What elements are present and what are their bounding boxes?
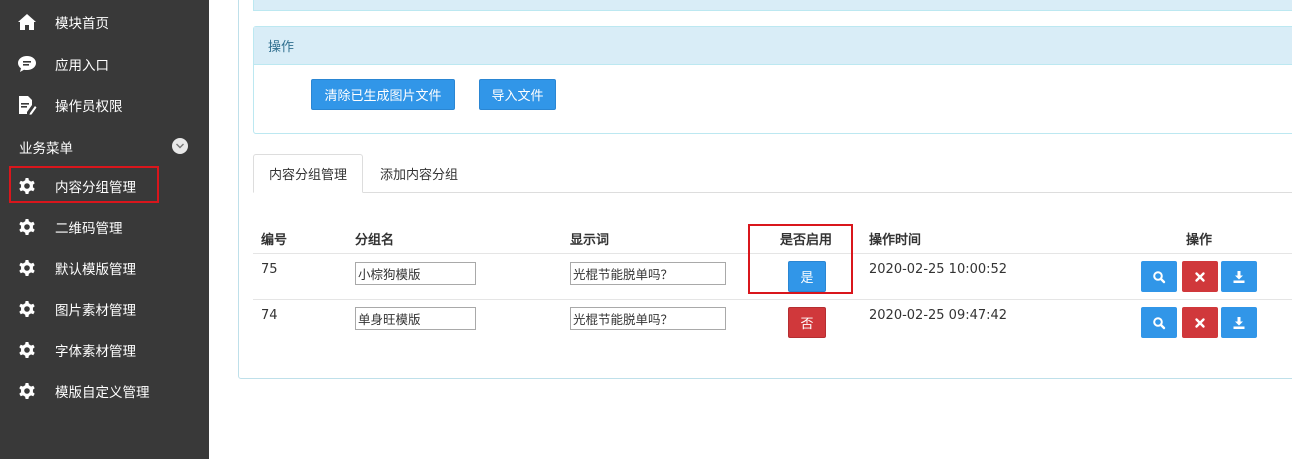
- search-icon: [1153, 316, 1166, 329]
- sidebar-item-custom-template[interactable]: 模版自定义管理: [0, 370, 209, 411]
- gear-icon: [17, 299, 37, 319]
- sidebar-item-label: 图片素材管理: [55, 302, 136, 319]
- comment-icon: [17, 54, 37, 74]
- cell-id: 75: [261, 262, 278, 277]
- view-button[interactable]: [1141, 261, 1177, 292]
- column-header-actions: 操作: [1186, 233, 1213, 248]
- sidebar-group-label: 业务菜单: [19, 141, 73, 157]
- delete-button[interactable]: [1182, 307, 1218, 338]
- cell-time: 2020-02-25 10:00:52: [869, 262, 1008, 277]
- sidebar-item-app-entry[interactable]: 应用入口: [0, 43, 209, 84]
- sidebar-item-label: 模块首页: [55, 15, 109, 32]
- tab-content-group-manage[interactable]: 内容分组管理: [253, 154, 363, 193]
- tab-add-content-group[interactable]: 添加内容分组: [369, 154, 469, 193]
- top-panel-strip: [253, 0, 1292, 11]
- download-icon: [1233, 270, 1245, 283]
- sidebar-item-label: 二维码管理: [55, 220, 123, 237]
- sidebar-item-label: 模版自定义管理: [55, 384, 150, 401]
- close-icon: [1195, 317, 1205, 328]
- cell-time: 2020-02-25 09:47:42: [869, 308, 1008, 323]
- cell-id: 74: [261, 308, 278, 323]
- download-button[interactable]: [1221, 307, 1257, 338]
- table-row-divider: [253, 299, 1292, 300]
- edit-document-icon: [17, 95, 37, 115]
- sidebar-item-label: 字体素材管理: [55, 343, 136, 360]
- gear-icon: [17, 340, 37, 360]
- display-word-input[interactable]: [570, 262, 726, 285]
- sidebar-item-label: 默认模版管理: [55, 261, 136, 278]
- group-name-input[interactable]: [355, 262, 476, 285]
- sidebar-item-font-assets[interactable]: 字体素材管理: [0, 329, 209, 370]
- sidebar-item-image-assets[interactable]: 图片素材管理: [0, 288, 209, 329]
- display-word-input[interactable]: [570, 307, 726, 330]
- chevron-down-icon[interactable]: [172, 138, 188, 154]
- sidebar-item-operator-permissions[interactable]: 操作员权限: [0, 84, 209, 125]
- download-icon: [1233, 316, 1245, 329]
- column-header-display-word: 显示词: [570, 233, 610, 248]
- sidebar-item-home[interactable]: 模块首页: [0, 1, 209, 42]
- enabled-toggle-button[interactable]: 否: [788, 307, 826, 338]
- gear-icon: [17, 258, 37, 278]
- view-button[interactable]: [1141, 307, 1177, 338]
- highlight-box: [748, 224, 853, 294]
- sidebar-item-default-template[interactable]: 默认模版管理: [0, 247, 209, 288]
- sidebar-item-label: 应用入口: [55, 57, 109, 74]
- highlight-box: [9, 166, 159, 203]
- import-file-button[interactable]: 导入文件: [479, 79, 556, 110]
- gear-icon: [17, 217, 37, 237]
- sidebar-item-label: 操作员权限: [55, 98, 123, 115]
- operations-panel: 操作 清除已生成图片文件 导入文件: [253, 26, 1292, 134]
- sidebar: 模块首页 应用入口 操作员权限 业务菜单 内容分组管理 二维码管理 默认模版管理…: [0, 0, 209, 459]
- search-icon: [1153, 270, 1166, 283]
- delete-button[interactable]: [1182, 261, 1218, 292]
- gear-icon: [17, 381, 37, 401]
- operations-panel-title: 操作: [254, 27, 1292, 65]
- close-icon: [1195, 271, 1205, 282]
- column-header-group-name: 分组名: [355, 233, 395, 248]
- clear-images-button[interactable]: 清除已生成图片文件: [311, 79, 455, 110]
- main-content: 操作 清除已生成图片文件 导入文件 内容分组管理 添加内容分组 编号 分组名 显…: [209, 0, 1292, 459]
- group-name-input[interactable]: [355, 307, 476, 330]
- column-header-id: 编号: [261, 233, 288, 248]
- home-icon: [17, 12, 37, 32]
- sidebar-group-business-menu[interactable]: 业务菜单: [19, 137, 199, 157]
- download-button[interactable]: [1221, 261, 1257, 292]
- sidebar-item-qrcode[interactable]: 二维码管理: [0, 206, 209, 247]
- column-header-time: 操作时间: [869, 233, 922, 248]
